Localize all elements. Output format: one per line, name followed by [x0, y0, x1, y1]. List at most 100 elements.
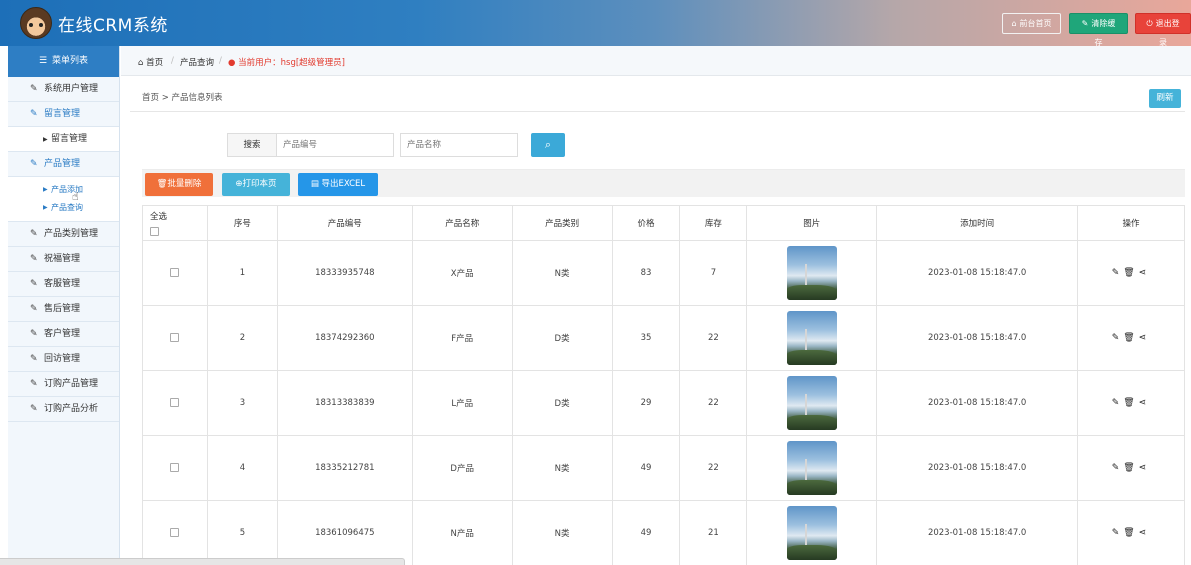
- sidebar-subitem-product-add[interactable]: ▶ 产品添加: [8, 181, 119, 199]
- plus-circle-icon: ⊕: [235, 179, 243, 189]
- edit-icon[interactable]: ✎: [1112, 463, 1124, 473]
- home-icon: ⌂: [138, 58, 147, 68]
- cell-price: 49: [611, 435, 681, 501]
- product-table: 全选 序号 产品编号 产品名称 产品类别 价格 库存 图片 添加时间 操作 1 …: [142, 205, 1185, 565]
- clear-cache-button[interactable]: ✎ 清除缓存: [1069, 13, 1128, 47]
- edit-icon[interactable]: ✎: [1112, 398, 1124, 408]
- sidebar-item-revisits[interactable]: ✎ 回访管理: [8, 347, 119, 372]
- sidebar-item-product-category[interactable]: ✎ 产品类别管理: [8, 222, 119, 247]
- cell-category: N类: [511, 500, 613, 565]
- edit-icon: ✎: [30, 404, 38, 414]
- th-actions: 操作: [1077, 205, 1185, 241]
- batch-delete-label: 批量删除: [167, 179, 202, 189]
- sidebar-item-order-products[interactable]: ✎ 订购产品管理: [8, 372, 119, 397]
- sidebar-item-label: 产品查询: [51, 203, 83, 212]
- row-checkbox[interactable]: [170, 528, 180, 537]
- trash-icon[interactable]: 🗑: [1123, 398, 1138, 408]
- main-panel: 首页 > 产品信息列表 刷新 搜索 ⌕ 🗑批量删除 ⊕打印本页 ▤ 导出EXCE…: [130, 82, 1185, 565]
- sidebar-item-label: 祝福管理: [44, 254, 81, 264]
- wrench-icon: ✎: [1081, 19, 1089, 28]
- batch-delete-button[interactable]: 🗑批量删除: [145, 173, 213, 196]
- sidebar-item-after-sales[interactable]: ✎ 售后管理: [8, 297, 119, 322]
- cell-price: 29: [611, 370, 681, 436]
- cell-time: 2023-01-08 15:18:47.0: [876, 305, 1079, 371]
- edit-icon: ✎: [30, 304, 38, 314]
- print-page-button[interactable]: ⊕打印本页: [222, 173, 290, 196]
- product-submenu: ▶ 产品添加 ▶ 产品查询: [8, 177, 119, 222]
- logo-avatar: [20, 7, 52, 39]
- mouse-cursor-icon: ☝: [72, 190, 79, 203]
- trash-icon[interactable]: 🗑: [1123, 528, 1138, 538]
- refresh-button[interactable]: 刷新: [1149, 89, 1181, 108]
- table-header-row: 全选 序号 产品编号 产品名称 产品类别 价格 库存 图片 添加时间 操作: [142, 205, 1185, 241]
- trash-icon[interactable]: 🗑: [1123, 268, 1138, 278]
- cell-price: 49: [611, 500, 681, 565]
- th-category: 产品类别: [511, 205, 613, 241]
- share-icon[interactable]: ⋖: [1139, 463, 1151, 473]
- sidebar-item-label: 客服管理: [44, 279, 81, 289]
- product-code-input[interactable]: [276, 133, 394, 157]
- caret-right-icon: ▶: [43, 204, 48, 211]
- cell-index: 2: [206, 305, 278, 371]
- edit-icon: ✎: [30, 254, 38, 264]
- th-price: 价格: [611, 205, 681, 241]
- cell-category: D类: [511, 370, 613, 436]
- browser-status-bar: [0, 558, 405, 565]
- clear-cache-label: 清除缓存: [1091, 19, 1116, 47]
- sidebar-item-label: 订购产品管理: [44, 379, 99, 389]
- edit-icon[interactable]: ✎: [1112, 333, 1124, 343]
- breadcrumb: ⌂ 首页 / 产品查询 / ● 当前用户：hsg[超级管理员]: [121, 46, 1191, 76]
- row-checkbox[interactable]: [170, 463, 180, 472]
- cell-time: 2023-01-08 15:18:47.0: [876, 500, 1079, 565]
- share-icon[interactable]: ⋖: [1139, 268, 1151, 278]
- th-index: 序号: [206, 205, 278, 241]
- row-checkbox[interactable]: [170, 398, 180, 407]
- trash-icon[interactable]: 🗑: [1123, 333, 1138, 343]
- sidebar-item-messages[interactable]: ✎ 留言管理: [8, 102, 119, 127]
- current-user: ● 当前用户：hsg[超级管理员]: [228, 56, 345, 68]
- cell-name: X产品: [411, 240, 513, 306]
- top-header: 在线CRM系统 ⌂ 前台首页 ✎ 清除缓存 ⏻ 退出登录: [0, 0, 1191, 47]
- trash-icon[interactable]: 🗑: [1123, 463, 1138, 473]
- sidebar-item-blessings[interactable]: ✎ 祝福管理: [8, 247, 119, 272]
- sidebar-item-customers[interactable]: ✎ 客户管理: [8, 322, 119, 347]
- th-added-time: 添加时间: [876, 205, 1079, 241]
- sidebar-item-label: 产品管理: [44, 159, 81, 169]
- product-name-input[interactable]: [400, 133, 518, 157]
- row-checkbox[interactable]: [170, 268, 180, 277]
- product-image: [786, 311, 837, 365]
- front-home-button[interactable]: ⌂ 前台首页: [1002, 13, 1061, 34]
- cell-index: 3: [206, 370, 278, 436]
- edit-icon: ✎: [30, 354, 38, 364]
- crumb-home[interactable]: ⌂ 首页: [138, 56, 163, 68]
- cell-name: N产品: [411, 500, 513, 565]
- table-row: 1 18333935748 X产品 N类 83 7 2023-01-08 15:…: [142, 240, 1185, 306]
- crumb-product-query[interactable]: 产品查询: [180, 56, 214, 68]
- home-icon: ⌂: [1011, 19, 1017, 28]
- table-row: 3 18313383839 L产品 D类 29 22 2023-01-08 15…: [142, 370, 1185, 436]
- sidebar-subitem-messages[interactable]: ▶ 留言管理: [8, 127, 119, 152]
- edit-icon[interactable]: ✎: [1112, 528, 1124, 538]
- cell-time: 2023-01-08 15:18:47.0: [876, 435, 1079, 501]
- cell-name: L产品: [411, 370, 513, 436]
- cell-code: 18333935748: [276, 240, 413, 306]
- sidebar-item-system-users[interactable]: ✎ 系统用户管理: [8, 77, 119, 102]
- sidebar-item-order-analysis[interactable]: ✎ 订购产品分析: [8, 397, 119, 422]
- divider: [130, 111, 1185, 112]
- row-checkbox[interactable]: [170, 333, 180, 342]
- share-icon[interactable]: ⋖: [1139, 398, 1151, 408]
- sidebar-subitem-product-query[interactable]: ▶ 产品查询: [8, 199, 119, 217]
- search-button[interactable]: ⌕: [531, 133, 565, 157]
- share-icon[interactable]: ⋖: [1139, 528, 1151, 538]
- caret-right-icon: ▶: [43, 136, 48, 143]
- select-all-checkbox[interactable]: [150, 227, 159, 236]
- sidebar-item-customer-service[interactable]: ✎ 客服管理: [8, 272, 119, 297]
- logout-button[interactable]: ⏻ 退出登录: [1135, 13, 1191, 47]
- edit-icon[interactable]: ✎: [1112, 268, 1124, 278]
- cell-category: N类: [511, 435, 613, 501]
- sidebar-item-products[interactable]: ✎ 产品管理: [8, 152, 119, 177]
- product-image: [786, 246, 837, 300]
- share-icon[interactable]: ⋖: [1139, 333, 1151, 343]
- export-excel-button[interactable]: ▤ 导出EXCEL: [298, 173, 378, 196]
- cell-stock: 7: [679, 240, 748, 306]
